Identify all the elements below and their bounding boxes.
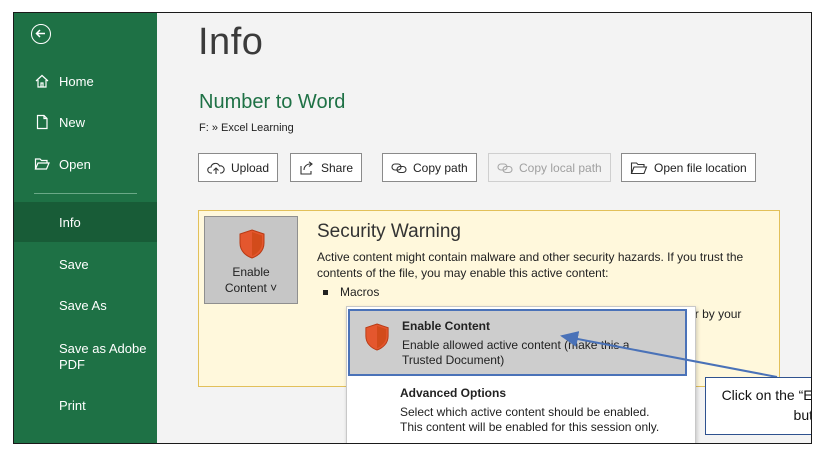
new-document-icon (36, 114, 48, 130)
home-icon (35, 74, 49, 88)
sidebar-item-home[interactable]: Home (14, 61, 157, 101)
sidebar-item-label: Open (59, 156, 91, 172)
sidebar-item-label: Print (59, 397, 86, 413)
sidebar-item-label: Home (59, 73, 94, 89)
sidebar-item-label: New (59, 114, 86, 130)
sidebar-item-label: Save as Adobe PDF (59, 341, 147, 372)
back-arrow-icon (35, 29, 45, 38)
excel-backstage-window: Home New Open Info Save Save As Save as … (13, 12, 812, 444)
sidebar-item-open[interactable]: Open (14, 144, 157, 184)
sidebar-item-save-as-adobe-pdf[interactable]: Save as Adobe PDF (14, 335, 157, 379)
folder-open-icon (34, 158, 50, 170)
callout-text: Click on the “Enable Content” button (721, 387, 812, 423)
sidebar-item-info[interactable]: Info (14, 202, 157, 242)
back-button[interactable] (31, 24, 51, 44)
backstage-sidebar: Home New Open Info Save Save As Save as … (14, 13, 157, 443)
sidebar-item-save-as[interactable]: Save As (14, 285, 157, 325)
sidebar-item-label: Save As (59, 297, 107, 313)
sidebar-item-save[interactable]: Save (14, 244, 157, 284)
backstage-main: Info Number to Word F: » Excel Learning … (157, 13, 811, 443)
instruction-callout: Click on the “Enable Content” button (705, 377, 812, 435)
sidebar-item-label: Info (59, 214, 81, 230)
sidebar-item-new[interactable]: New (14, 102, 157, 142)
sidebar-item-print[interactable]: Print (14, 385, 157, 425)
sidebar-item-label: Save (59, 256, 89, 272)
sidebar-divider (34, 193, 137, 194)
